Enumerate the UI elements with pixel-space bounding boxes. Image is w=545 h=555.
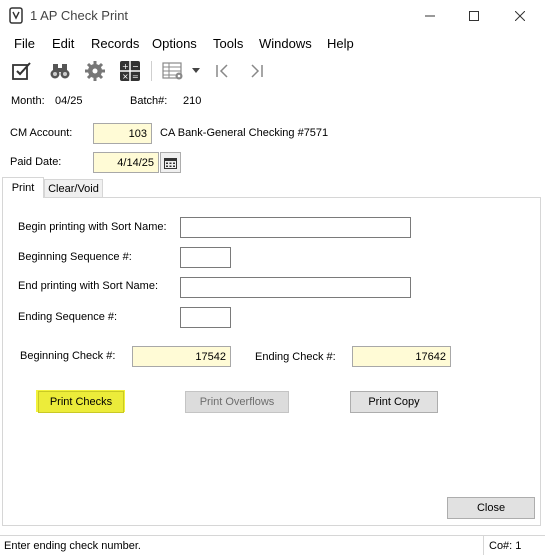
end-sequence-input[interactable] [180,307,231,328]
calculator-button[interactable]: + − × = [117,58,143,84]
menu-windows[interactable]: Windows [259,36,312,51]
status-bar: Enter ending check number. Co#: 1 [0,535,545,555]
last-record-button[interactable] [244,58,270,84]
app-icon [9,7,23,24]
print-copy-button[interactable]: Print Copy [350,391,438,413]
first-record-icon [216,64,228,78]
last-record-icon [251,64,263,78]
edit-check-button[interactable] [9,58,35,84]
ending-check-label: Ending Check #: [255,351,336,363]
menu-tools[interactable]: Tools [213,36,243,51]
cm-account-input[interactable] [93,123,152,144]
cm-account-description: CA Bank-General Checking #7571 [160,127,329,139]
settings-button[interactable] [82,58,108,84]
begin-sort-name-label: Begin printing with Sort Name: [18,221,167,233]
tab-print[interactable]: Print [2,177,44,198]
begin-sequence-input[interactable] [180,247,231,268]
grid-settings-button[interactable] [160,58,186,84]
end-sort-name-input[interactable] [180,277,411,298]
edit-check-icon [12,62,31,80]
month-label: Month: [11,95,45,107]
status-message: Enter ending check number. [4,540,141,552]
menu-file[interactable]: File [14,36,35,51]
company-indicator: Co#: 1 [489,540,522,552]
title-bar: 1 AP Check Print [0,0,545,31]
begin-sort-name-input[interactable] [180,217,411,238]
svg-text:=: = [132,72,139,81]
toolbar-separator [151,61,152,81]
menu-records[interactable]: Records [91,36,139,51]
close-window-button[interactable] [497,0,543,31]
maximize-button[interactable] [451,0,497,31]
paid-date-input[interactable] [93,152,159,173]
batch-value: 210 [183,95,202,107]
find-button[interactable] [47,58,73,84]
svg-text:+: + [122,62,129,71]
svg-text:×: × [122,72,129,81]
binoculars-icon [50,64,70,79]
status-divider [483,536,484,555]
month-value: 04/25 [55,95,83,107]
dropdown-arrow-icon [192,68,200,73]
grid-settings-icon [162,62,183,80]
minimize-button[interactable] [407,0,453,31]
menu-help[interactable]: Help [327,36,354,51]
toolbar: + − × = [0,55,545,87]
grid-dropdown-button[interactable] [189,58,203,84]
print-overflows-button[interactable]: Print Overflows [185,391,289,413]
calendar-icon [164,157,177,169]
beginning-check-label: Beginning Check #: [20,350,116,362]
first-record-button[interactable] [209,58,235,84]
menu-edit[interactable]: Edit [52,36,74,51]
beginning-check-input[interactable] [132,346,231,367]
end-sequence-label: Ending Sequence #: [18,311,118,323]
svg-text:−: − [132,62,139,71]
tab-clear-void[interactable]: Clear/Void [44,179,103,199]
close-button[interactable]: Close [447,497,535,519]
maximize-icon [469,10,479,21]
cm-account-label: CM Account: [10,127,73,139]
print-checks-button[interactable]: Print Checks [38,391,124,413]
calendar-button[interactable] [160,152,181,173]
gear-icon [85,61,105,81]
menu-options[interactable]: Options [152,36,197,51]
calculator-icon: + − × = [120,61,140,81]
close-icon [515,10,525,21]
ending-check-input[interactable] [352,346,451,367]
window-title: 1 AP Check Print [30,8,129,23]
batch-label: Batch#: [130,95,168,107]
end-sort-name-label: End printing with Sort Name: [18,280,159,292]
menu-bar: File Edit Records Options Tools Windows … [0,31,545,55]
begin-sequence-label: Beginning Sequence #: [18,251,132,263]
paid-date-label: Paid Date: [10,156,62,168]
minimize-icon [425,15,435,16]
